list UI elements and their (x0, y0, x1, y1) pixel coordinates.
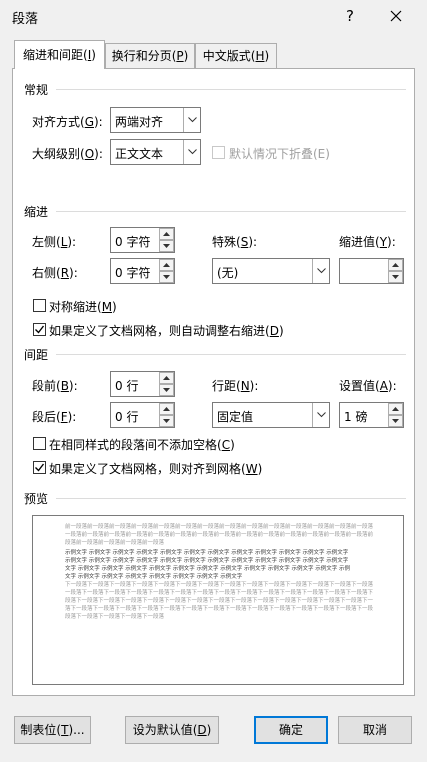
collapse-checkbox[interactable] (212, 146, 225, 159)
general-divider (56, 89, 406, 90)
space-before-spinner[interactable]: 0 行 (110, 371, 175, 397)
general-section-title: 常规 (24, 83, 49, 97)
spin-up-icon[interactable] (159, 403, 174, 415)
preview-box: 前一段落前一段落前一段落前一段落前一段落前一段落前一段落前一段落前一段落前一段落… (32, 515, 404, 685)
special-indent-label: 特殊(S): (212, 235, 258, 249)
spacing-divider (56, 354, 406, 355)
preview-line: 下一段落下一段落下一段落下一段落下一段落下一段落下一段落下一段落下一段落下一段落… (65, 582, 373, 588)
preview-line: 示例文字 示例文字 示例文字 示例文字 示例文字 示例文字 示例文字 示例文字 … (65, 550, 349, 556)
snap-to-grid-checkbox[interactable] (33, 461, 46, 474)
special-indent-select[interactable]: (无) (212, 258, 330, 284)
alignment-value: 两端对齐 (115, 115, 164, 129)
right-indent-value: 0 字符 (115, 266, 151, 280)
tab-line-page-breaks[interactable]: 换行和分页(P) (105, 43, 195, 68)
tab-asian-typography[interactable]: 中文版式(H) (195, 43, 277, 68)
indent-divider (56, 211, 406, 212)
spin-down-icon[interactable] (388, 415, 403, 427)
chevron-down-icon (183, 108, 200, 132)
set-default-button[interactable]: 设为默认值(D) (125, 716, 219, 744)
chevron-down-icon (312, 403, 329, 427)
help-button[interactable]: ? (336, 4, 364, 28)
close-icon (390, 10, 402, 22)
spin-up-icon[interactable] (159, 228, 174, 240)
space-after-label: 段后(F): (32, 410, 77, 424)
collapse-label: 默认情况下折叠(E) (229, 147, 330, 161)
no-space-same-style-label: 在相同样式的段落间不添加空格(C) (49, 438, 235, 452)
preview-line: 示例文字 示例文字 示例文字 示例文字 示例文字 示例文字 示例文字 示例文字 … (65, 558, 349, 564)
mirror-indent-checkbox[interactable] (33, 299, 46, 312)
line-spacing-label: 行距(N): (212, 379, 259, 393)
alignment-label: 对齐方式(G): (32, 115, 103, 129)
outline-level-value: 正文文本 (115, 147, 164, 161)
space-after-value: 0 行 (115, 410, 139, 424)
preview-line: 文字 示例文字 示例文字 示例文字 示例文字 示例文字 示例文字 示例文字 (65, 574, 243, 580)
spin-down-icon[interactable] (159, 240, 174, 252)
spin-up-icon[interactable] (388, 403, 403, 415)
left-indent-value: 0 字符 (115, 235, 151, 249)
preview-divider (56, 498, 406, 499)
spacing-at-value: 1 磅 (344, 410, 368, 424)
preview-line: 文字 示例文字 示例文字 示例文字 示例文字 示例文字 示例文字 示例文字 示例… (65, 566, 350, 572)
close-button[interactable] (382, 4, 410, 28)
checkmark-icon (35, 463, 45, 472)
right-indent-label: 右侧(R): (32, 266, 78, 280)
spin-up-icon[interactable] (388, 259, 403, 271)
left-indent-spinner[interactable]: 0 字符 (110, 227, 175, 253)
tab-join (20, 65, 103, 71)
spacing-at-spinner[interactable]: 1 磅 (339, 402, 404, 428)
spacing-section-title: 间距 (24, 348, 49, 362)
space-before-value: 0 行 (115, 379, 139, 393)
spin-down-icon[interactable] (159, 271, 174, 283)
indent-section-title: 缩进 (24, 205, 49, 219)
auto-right-indent-label: 如果定义了文档网格，则自动调整右缩进(D) (49, 324, 284, 338)
no-space-same-style-checkbox[interactable] (33, 437, 46, 450)
indent-by-label: 缩进值(Y): (339, 235, 396, 249)
preview-section-title: 预览 (24, 492, 49, 506)
preview-line: 段落下一段落下一段落下一段落下一段落下一段落下一段落下一段落下一段落下一段落下一… (65, 598, 373, 604)
mirror-indent-label: 对称缩进(M) (49, 300, 117, 314)
preview-line: 一段落前一段落前一段落前一段落前一段落前一段落前一段落前一段落前一段落前一段落前… (65, 532, 373, 538)
spin-up-icon[interactable] (159, 372, 174, 384)
cancel-button[interactable]: 取消 (338, 716, 412, 744)
snap-to-grid-label: 如果定义了文档网格，则对齐到网格(W) (49, 462, 263, 476)
line-spacing-select[interactable]: 固定值 (212, 402, 330, 428)
preview-line: 段落下一段落下一段落下一段落下一段落 (65, 614, 165, 620)
preview-line: 前一段落前一段落前一段落前一段落前一段落前一段落前一段落前一段落前一段落前一段落… (65, 524, 373, 530)
space-after-spinner[interactable]: 0 行 (110, 402, 175, 428)
left-indent-label: 左侧(L): (32, 235, 77, 249)
preview-line: 段落前一段落前一段落前一段落前一段落 (65, 540, 165, 546)
outline-level-select[interactable]: 正文文本 (110, 139, 201, 165)
preview-line: 落下一段落下一段落下一段落下一段落下一段落下一段落下一段落下一段落下一段落下一段… (65, 606, 373, 612)
dialog-title: 段落 (12, 12, 39, 27)
preview-line: 一段落下一段落下一段落下一段落下一段落下一段落下一段落下一段落下一段落下一段落下… (65, 590, 373, 596)
spin-down-icon[interactable] (159, 415, 174, 427)
spin-down-icon[interactable] (159, 384, 174, 396)
indent-by-spinner[interactable] (339, 258, 404, 284)
alignment-select[interactable]: 两端对齐 (110, 107, 201, 133)
outline-level-label: 大纲级别(O): (32, 147, 103, 161)
chevron-down-icon (183, 140, 200, 164)
line-spacing-value: 固定值 (217, 410, 254, 424)
chevron-down-icon (312, 259, 329, 283)
right-indent-spinner[interactable]: 0 字符 (110, 258, 175, 284)
space-before-label: 段前(B): (32, 379, 78, 393)
special-indent-value: (无) (217, 266, 239, 280)
tabs-button[interactable]: 制表位(T)... (14, 716, 91, 744)
ok-button[interactable]: 确定 (254, 716, 328, 744)
auto-right-indent-checkbox[interactable] (33, 323, 46, 336)
spin-up-icon[interactable] (159, 259, 174, 271)
spin-down-icon[interactable] (388, 271, 403, 283)
spacing-at-label: 设置值(A): (339, 379, 397, 393)
checkmark-icon (35, 325, 45, 334)
